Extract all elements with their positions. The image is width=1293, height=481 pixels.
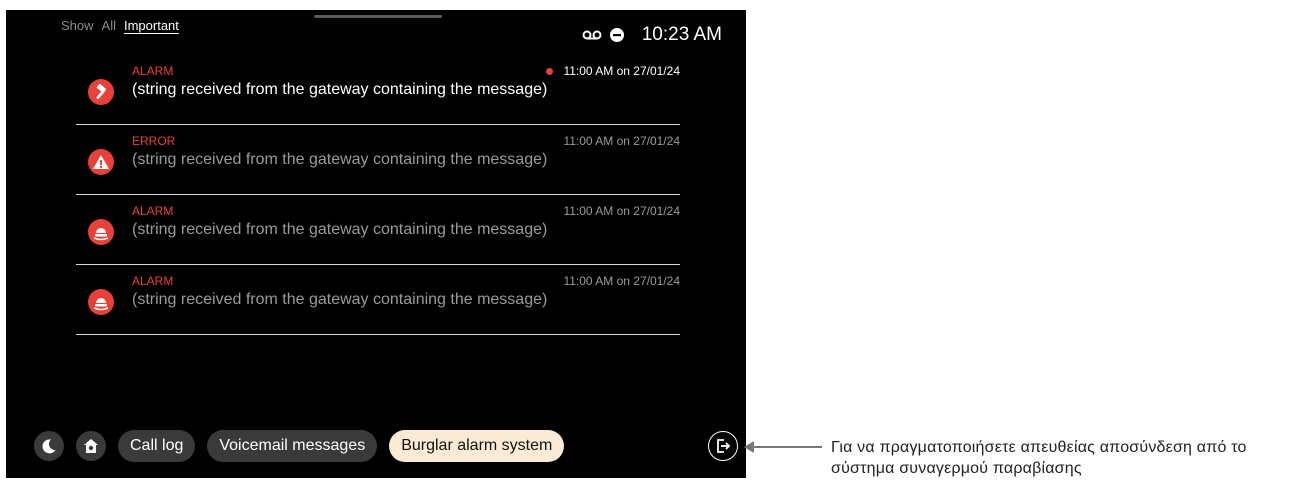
siren-icon (88, 219, 114, 245)
logout-icon (717, 439, 731, 453)
notification-item[interactable]: ALARM 11:00 AM on 27/01/24 (string recei… (76, 195, 680, 265)
notification-message: (string received from the gateway contai… (132, 221, 548, 238)
filter-bar: Show All Important (61, 18, 187, 33)
notification-message: (string received from the gateway contai… (132, 81, 548, 98)
notification-category: ALARM (132, 274, 174, 288)
warning-icon (88, 149, 114, 175)
clock: 10:23 AM (641, 24, 722, 45)
call-log-chip[interactable]: Call log (118, 430, 196, 462)
do-not-disturb-icon (609, 28, 624, 42)
notification-time: 11:00 AM on 27/01/24 (563, 204, 680, 218)
callout-arrow-line (750, 446, 822, 448)
night-mode-button[interactable] (34, 431, 64, 461)
home-settings-icon (84, 439, 98, 453)
callout-caption: Για να πραγματοποιήσετε απευθείας αποσύν… (831, 439, 1247, 477)
notification-time: 11:00 AM on 27/01/24 (546, 64, 680, 78)
hammer-icon (88, 79, 114, 105)
notification-timestamp: 11:00 AM on 27/01/24 (563, 64, 680, 78)
notification-timestamp: 11:00 AM on 27/01/24 (563, 274, 680, 288)
voicemail-icon (582, 30, 602, 40)
notification-category: ERROR (132, 134, 176, 148)
notification-timestamp: 11:00 AM on 27/01/24 (563, 204, 680, 218)
notification-item[interactable]: ALARM 11:00 AM on 27/01/24 (string recei… (76, 265, 680, 335)
notification-message: (string received from the gateway contai… (132, 151, 548, 168)
status-bar: 10:23 AM (582, 24, 722, 46)
notification-timestamp: 11:00 AM on 27/01/24 (563, 134, 680, 148)
filter-all[interactable]: All (102, 18, 116, 33)
notification-time: 11:00 AM on 27/01/24 (563, 274, 680, 288)
notification-message: (string received from the gateway contai… (132, 291, 548, 308)
siren-icon (88, 289, 114, 315)
device-screen: Show All Important 10:23 AM ALARM 11:00 … (6, 10, 746, 478)
notification-category: ALARM (132, 64, 174, 78)
filter-show-label: Show (61, 18, 94, 33)
notification-item[interactable]: ERROR 11:00 AM on 27/01/24 (string recei… (76, 125, 680, 195)
notification-list: ALARM 11:00 AM on 27/01/24 (string recei… (76, 55, 680, 335)
notification-time: 11:00 AM on 27/01/24 (563, 134, 680, 148)
burglar-alarm-chip[interactable]: Burglar alarm system (389, 430, 565, 462)
notification-category: ALARM (132, 204, 174, 218)
bottom-bar: Call log Voicemail messages Burglar alar… (34, 430, 576, 462)
moon-icon (42, 439, 56, 454)
filter-important[interactable]: Important (124, 18, 179, 33)
home-settings-button[interactable] (76, 431, 106, 461)
drag-handle[interactable] (314, 15, 442, 18)
logout-button[interactable] (708, 431, 738, 461)
voicemail-messages-chip[interactable]: Voicemail messages (207, 430, 378, 462)
unread-dot (546, 67, 554, 75)
notification-item[interactable]: ALARM 11:00 AM on 27/01/24 (string recei… (76, 55, 680, 125)
